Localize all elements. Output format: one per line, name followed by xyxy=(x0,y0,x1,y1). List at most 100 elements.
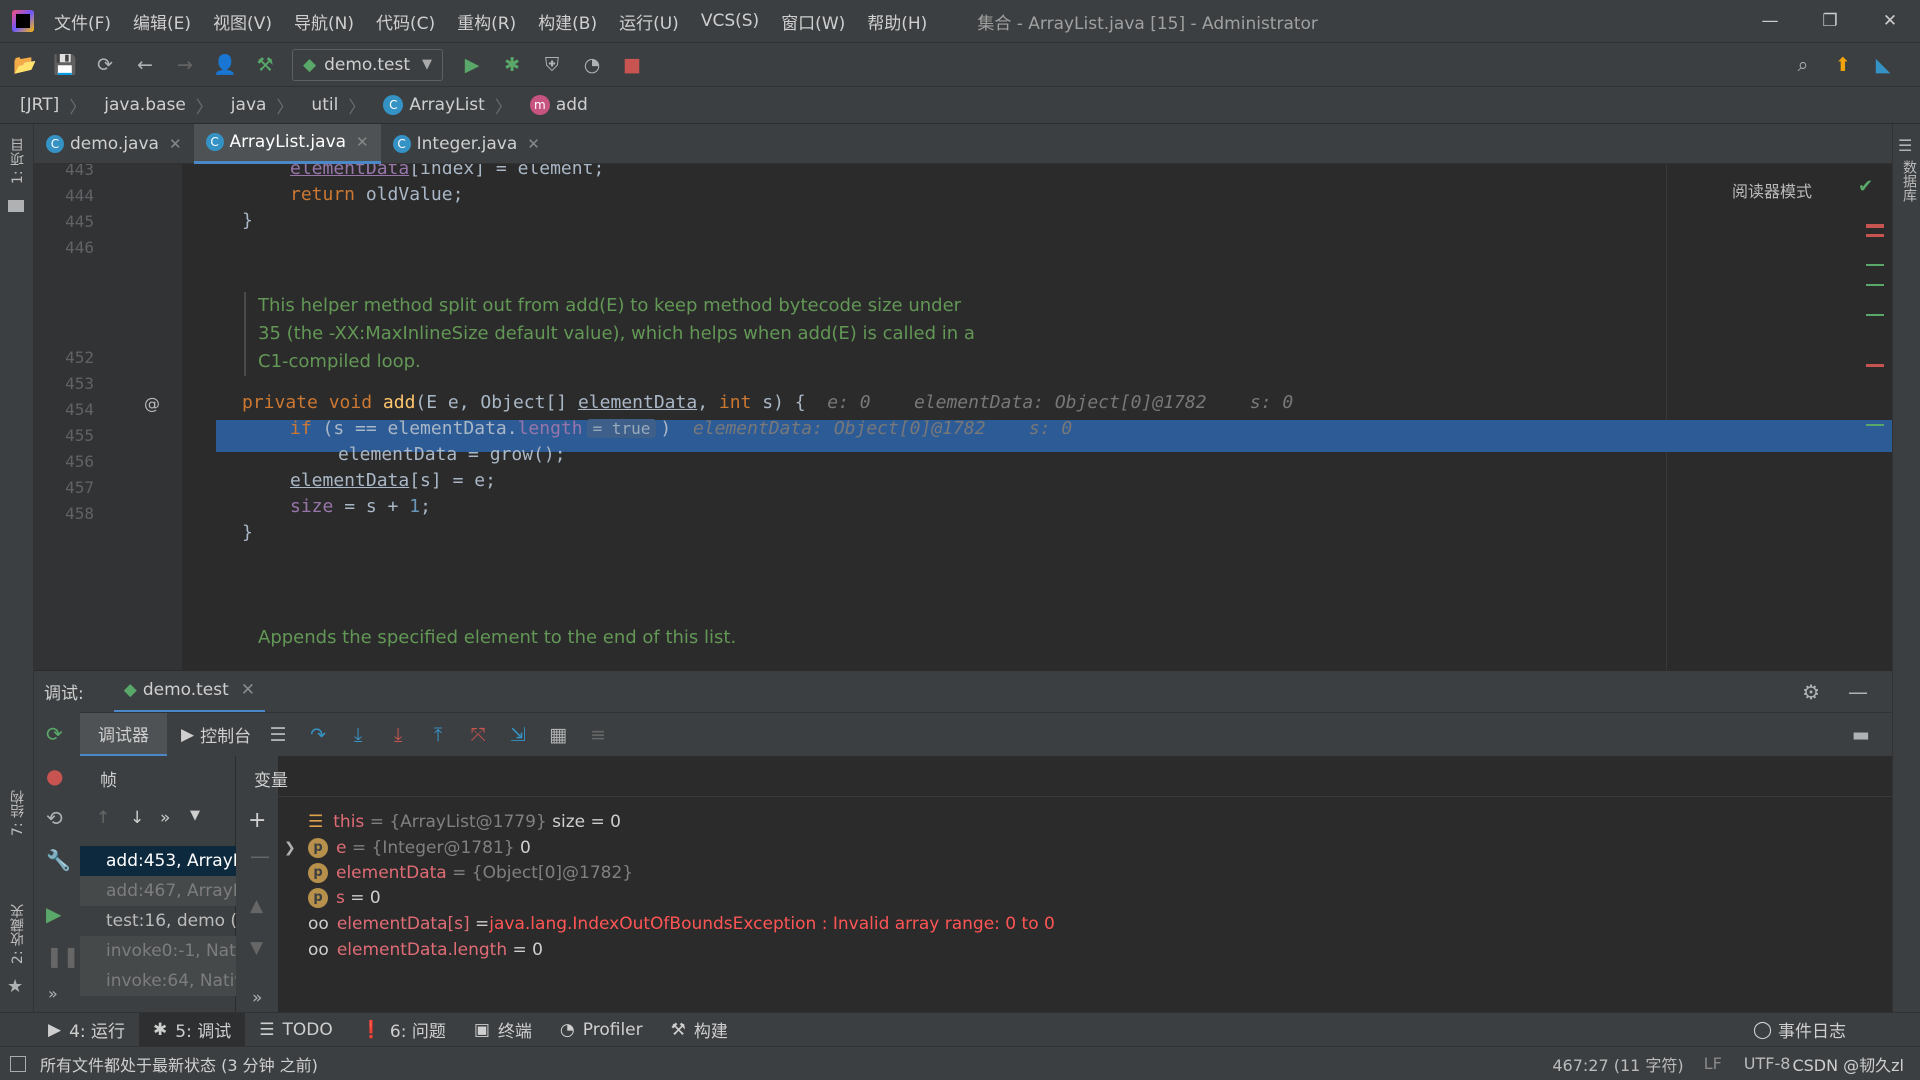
evaluate-icon[interactable]: ▦ xyxy=(545,722,571,748)
code-editor[interactable]: 443 444 445 446 452 453 454 455 456 457 … xyxy=(34,164,1892,670)
more-icon[interactable]: » xyxy=(48,984,58,1003)
menu-vcs[interactable]: VCS(S) xyxy=(701,11,759,31)
drop-frame-icon[interactable]: ⤧ xyxy=(465,722,491,748)
menu-file[interactable]: 文件(F) xyxy=(54,9,111,34)
hide-panel-icon[interactable]: — xyxy=(1848,680,1868,704)
frame-item[interactable]: invoke:64, Nativ xyxy=(80,966,236,996)
variable-s[interactable]: p s = 0 xyxy=(308,888,381,908)
breadcrumb-java-base[interactable]: java.base xyxy=(104,95,186,115)
reader-mode-toggle[interactable]: 阅读器模式 xyxy=(1732,178,1812,202)
move-down-icon[interactable]: ▼ xyxy=(250,938,263,958)
move-up-icon[interactable]: ▲ xyxy=(250,896,263,916)
forward-icon[interactable]: → xyxy=(172,52,198,78)
close-session-icon[interactable]: ✕ xyxy=(241,680,255,700)
sync-icon[interactable]: ⟳ xyxy=(92,52,118,78)
tab-arraylist-java[interactable]: C ArrayList.java ✕ xyxy=(193,123,381,164)
refresh-icon[interactable]: ⟲ xyxy=(46,806,63,830)
tool-tab-problems[interactable]: ❗ 6: 问题 xyxy=(347,1013,460,1047)
step-over-icon[interactable]: ↷ xyxy=(305,722,331,748)
frame-item[interactable]: test:16, demo ( xyxy=(80,906,236,936)
step-out-icon[interactable]: ⤒ xyxy=(425,722,451,748)
frame-filter-icon[interactable]: ▼ xyxy=(190,808,200,823)
close-tab-icon[interactable]: ✕ xyxy=(356,133,369,151)
tab-integer-java[interactable]: C Integer.java ✕ xyxy=(381,124,552,164)
rerun-icon[interactable]: ⟳ xyxy=(46,722,63,746)
watch-elementdata-length[interactable]: oo elementData.length = 0 xyxy=(308,940,543,960)
variable-elementdata[interactable]: p elementData = {Object[0]@1782} xyxy=(308,863,633,883)
menu-refactor[interactable]: 重构(R) xyxy=(457,9,516,34)
frame-up-icon[interactable]: ↑ xyxy=(96,808,110,828)
pause-icon[interactable]: ❚❚ xyxy=(46,944,80,968)
variable-e[interactable]: p e = {Integer@1781} 0 xyxy=(308,838,531,858)
override-marker-icon[interactable]: @ xyxy=(144,394,160,413)
breadcrumb-jrt[interactable]: [JRT] xyxy=(20,95,59,115)
expand-icon[interactable]: ❯ xyxy=(284,840,296,856)
close-tab-icon[interactable]: ✕ xyxy=(527,135,540,153)
structure-tool-tab[interactable]: 7: 结构 xyxy=(8,790,28,836)
menu-edit[interactable]: 编辑(E) xyxy=(133,9,191,34)
menu-run[interactable]: 运行(U) xyxy=(619,9,679,34)
breadcrumb-util[interactable]: util xyxy=(311,95,338,115)
build-hammer-icon[interactable]: ⚒ xyxy=(252,52,278,78)
trace-icon[interactable]: ≡ xyxy=(585,722,611,748)
wrench-icon[interactable]: 🔧 xyxy=(46,848,71,872)
update-icon[interactable]: ⬆ xyxy=(1830,52,1856,78)
caret-position[interactable]: 467:27 (11 字符) xyxy=(1552,1052,1683,1076)
step-into-icon[interactable]: ⤓ xyxy=(345,722,371,748)
frame-item[interactable]: add:453, ArrayList xyxy=(80,846,236,876)
save-icon[interactable]: 💾 xyxy=(52,52,78,78)
force-step-into-icon[interactable]: ⤓ xyxy=(385,722,411,748)
tab-console[interactable]: ▶ 控制台 xyxy=(167,713,265,757)
menu-help[interactable]: 帮助(H) xyxy=(867,9,927,34)
watch-elementdata-s[interactable]: oo elementData[s] = java.lang.IndexOutOf… xyxy=(308,914,1055,934)
more-icon[interactable]: » xyxy=(252,988,262,1008)
breadcrumb-add[interactable]: m add xyxy=(529,95,588,115)
restore-layout-icon[interactable]: ▬ xyxy=(1848,722,1874,748)
remove-watch-icon[interactable]: — xyxy=(250,844,270,868)
file-encoding[interactable]: UTF-8 xyxy=(1744,1054,1791,1073)
plugin-icon[interactable]: ◣ xyxy=(1870,52,1896,78)
open-folder-icon[interactable]: 📂 xyxy=(12,52,38,78)
stop-icon[interactable]: ■ xyxy=(619,52,645,78)
frame-item[interactable]: add:467, ArrayList xyxy=(80,876,236,906)
profile-icon[interactable]: ◔ xyxy=(579,52,605,78)
search-icon[interactable]: ⌕ xyxy=(1790,52,1816,78)
favorites-tool-tab[interactable]: 2: 收藏夹 xyxy=(8,904,28,964)
tool-tab-todo[interactable]: ☰ TODO xyxy=(245,1013,347,1047)
minimize-icon[interactable]: — xyxy=(1740,11,1800,31)
project-tool-tab[interactable]: 1: 项目 xyxy=(8,138,28,184)
coverage-icon[interactable]: ⛨ xyxy=(539,52,565,78)
event-log-tab[interactable]: ◯ 事件日志 xyxy=(1739,1013,1860,1047)
settings-icon[interactable]: ⚙ xyxy=(1802,680,1820,704)
menu-view[interactable]: 视图(V) xyxy=(213,9,272,34)
user-icon[interactable]: 👤 xyxy=(212,52,238,78)
debug-session-tab[interactable]: ◆ demo.test ✕ xyxy=(113,671,266,713)
menu-navigate[interactable]: 导航(N) xyxy=(294,9,354,34)
database-tool-tab[interactable]: 数据库 xyxy=(1899,160,1919,202)
debug-icon[interactable]: ✱ xyxy=(499,52,525,78)
tool-tab-terminal[interactable]: ▣ 终端 xyxy=(460,1013,546,1047)
tool-tab-run[interactable]: ▶ 4: 运行 xyxy=(34,1013,139,1047)
breakpoints-icon[interactable]: ● xyxy=(46,764,63,788)
tool-tab-profiler[interactable]: ◔ Profiler xyxy=(546,1013,657,1047)
run-to-cursor-icon[interactable]: ⇲ xyxy=(505,722,531,748)
frame-more-icon[interactable]: » xyxy=(160,808,170,828)
breadcrumb-arraylist[interactable]: C ArrayList xyxy=(383,95,485,115)
frame-down-icon[interactable]: ↓ xyxy=(130,808,144,828)
back-icon[interactable]: ← xyxy=(132,52,158,78)
layout-icon[interactable]: ☰ xyxy=(265,722,291,748)
run-icon[interactable]: ▶ xyxy=(459,52,485,78)
menu-build[interactable]: 构建(B) xyxy=(538,9,597,34)
run-config-select[interactable]: ◆ demo.test ▼ xyxy=(292,48,444,81)
menu-code[interactable]: 代码(C) xyxy=(376,9,435,34)
variable-this[interactable]: ☰ this = {ArrayList@1779} size = 0 xyxy=(308,812,621,832)
tool-tab-debug[interactable]: ✱ 5: 调试 xyxy=(139,1012,246,1047)
line-separator[interactable]: LF xyxy=(1704,1054,1722,1073)
close-window-icon[interactable]: ✕ xyxy=(1860,11,1920,31)
close-tab-icon[interactable]: ✕ xyxy=(169,135,182,153)
tab-debugger[interactable]: 调试器 xyxy=(80,712,167,757)
tool-tab-build[interactable]: ⚒ 构建 xyxy=(657,1013,742,1047)
tab-demo-java[interactable]: C demo.java ✕ xyxy=(34,124,194,164)
breadcrumb-java[interactable]: java xyxy=(231,95,267,115)
add-watch-icon[interactable]: + xyxy=(248,808,266,833)
